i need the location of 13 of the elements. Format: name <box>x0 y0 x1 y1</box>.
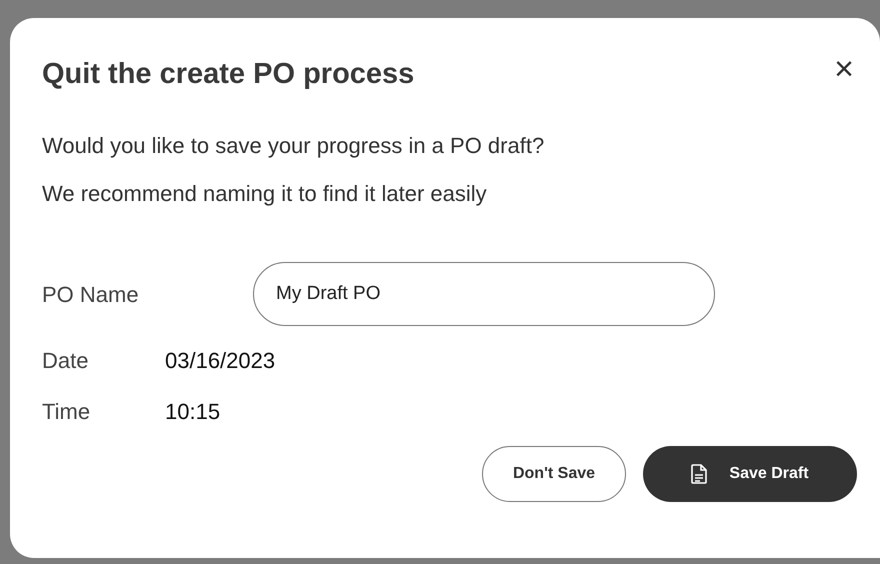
field-label: PO Name <box>42 280 140 308</box>
dialog-title: Quit the create PO process <box>42 57 414 92</box>
po-name-field[interactable]: My Draft PO <box>253 262 715 326</box>
message-text: We recommend naming it to find it later easily <box>42 180 487 208</box>
dont-save-button[interactable]: Don't Save <box>482 446 626 502</box>
field-value: 10:15 <box>165 398 220 426</box>
field-label: Time <box>42 398 92 426</box>
close-button[interactable]: × <box>830 52 858 86</box>
field-label: Date <box>42 347 90 375</box>
save-draft-button[interactable]: Save Draft <box>643 446 857 502</box>
field-value: 03/16/2023 <box>165 347 276 375</box>
document-icon <box>691 464 708 484</box>
message-text: Would you like to save your progress in a PO draft? <box>42 132 544 160</box>
